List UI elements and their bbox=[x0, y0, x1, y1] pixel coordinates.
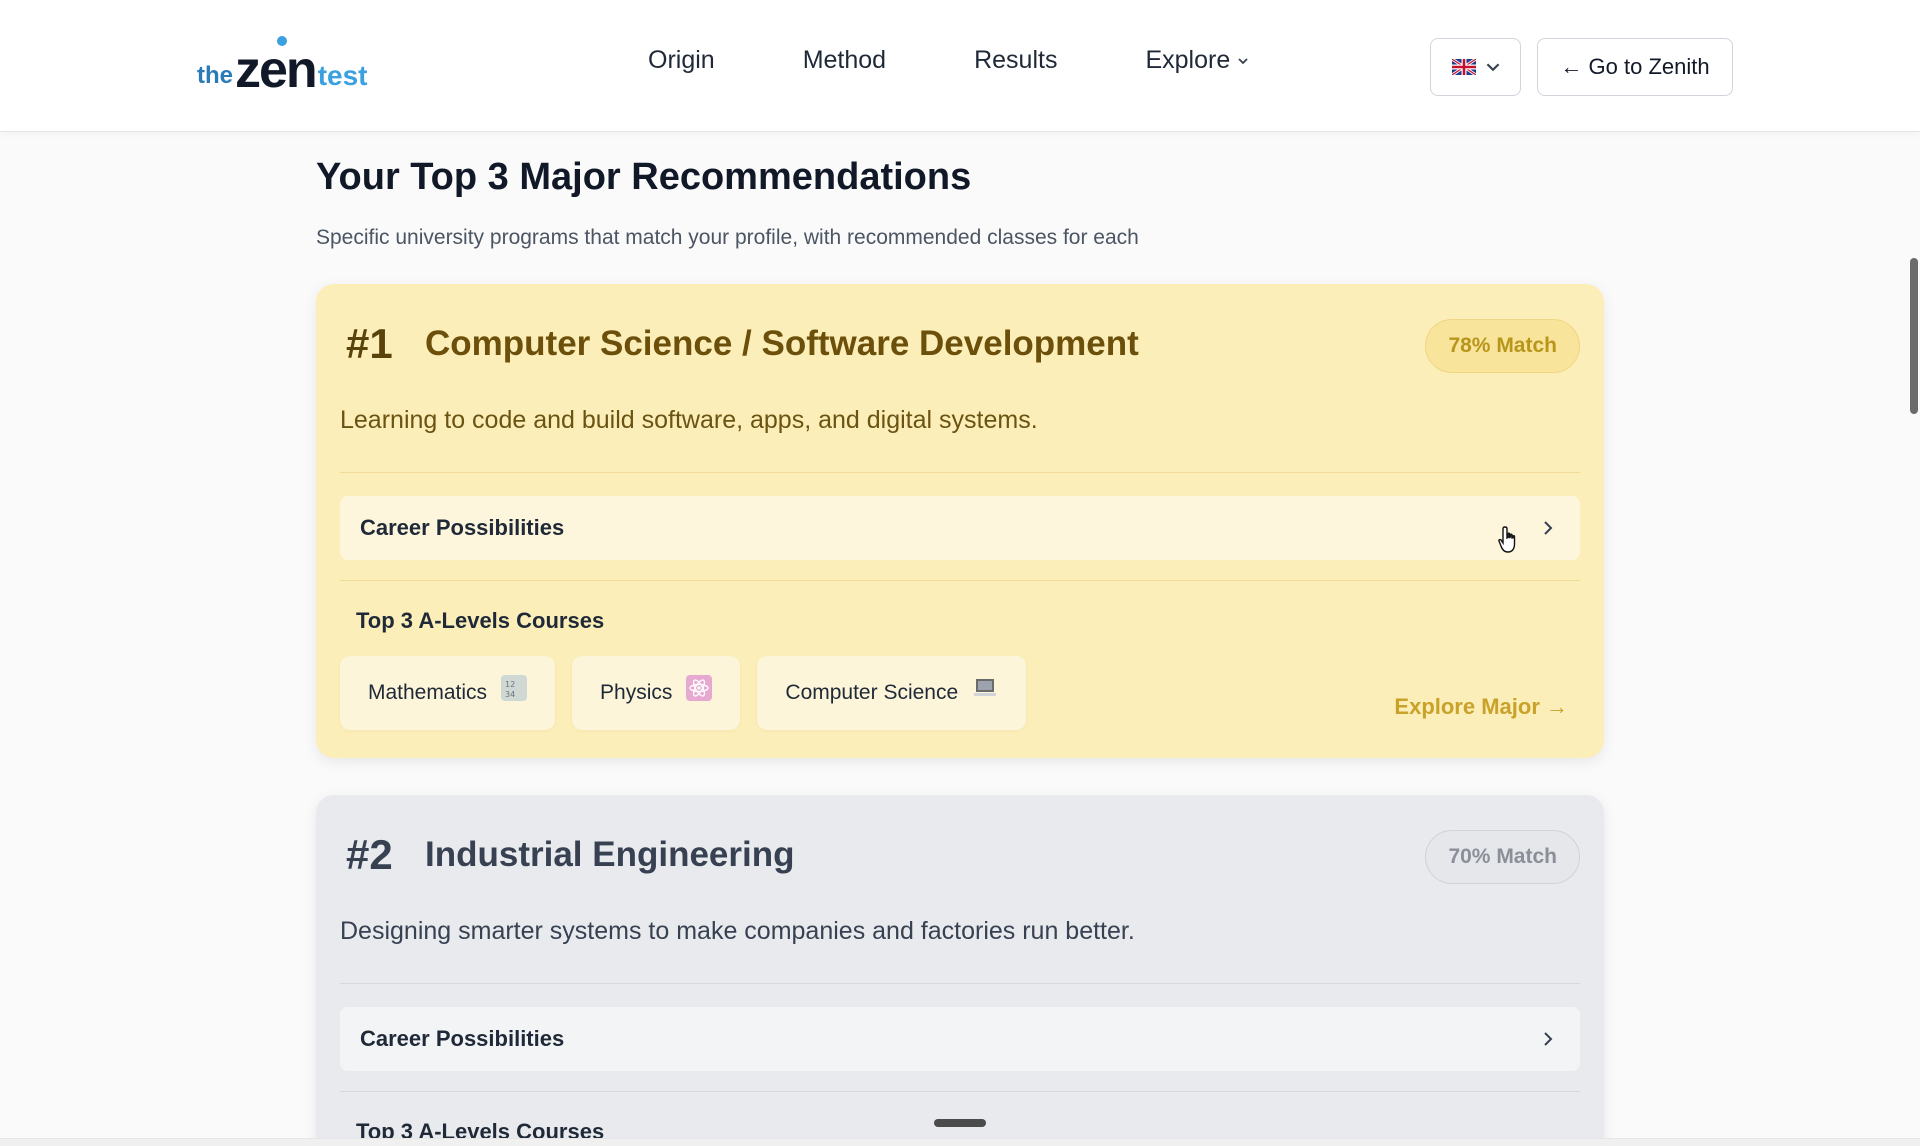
bottom-edge bbox=[0, 1138, 1920, 1146]
vertical-scrollbar[interactable] bbox=[1906, 132, 1920, 1146]
logo-test: test bbox=[317, 60, 368, 91]
chevron-right-icon bbox=[1544, 521, 1553, 535]
chevron-right-icon bbox=[1544, 1032, 1553, 1046]
page-title: Your Top 3 Major Recommendations bbox=[316, 156, 972, 198]
course-chip-mathematics[interactable]: Mathematics 12 34 bbox=[340, 656, 556, 730]
divider bbox=[340, 472, 1580, 473]
major-title: Computer Science / Software Development bbox=[425, 324, 1139, 363]
major-card-2: #2 Industrial Engineering 70% Match Desi… bbox=[316, 795, 1604, 1146]
major-title: Industrial Engineering bbox=[425, 835, 795, 874]
chevron-down-icon bbox=[1486, 63, 1499, 72]
go-to-zenith-button[interactable]: ← Go to Zenith bbox=[1537, 38, 1733, 96]
chevron-down-icon bbox=[1238, 57, 1248, 64]
hand-cursor-icon bbox=[1498, 526, 1516, 553]
uk-flag-icon bbox=[1451, 59, 1476, 75]
match-badge: 70% Match bbox=[1425, 830, 1580, 884]
scrollbar-thumb[interactable] bbox=[1910, 258, 1918, 414]
nav-method[interactable]: Method bbox=[803, 46, 886, 75]
major-card-1: #1 Computer Science / Software Developme… bbox=[316, 284, 1604, 758]
logo-the: the bbox=[197, 62, 233, 89]
svg-text:12: 12 bbox=[505, 680, 515, 689]
nav-results[interactable]: Results bbox=[974, 46, 1057, 75]
main-nav: Origin Method Results Explore bbox=[648, 46, 1248, 75]
course-chips: Mathematics 12 34 Physics Computer Scienc… bbox=[340, 656, 1027, 730]
career-possibilities-toggle[interactable]: Career Possibilities bbox=[340, 496, 1580, 560]
math-icon: 12 34 bbox=[501, 675, 528, 701]
nav-explore[interactable]: Explore bbox=[1145, 46, 1248, 75]
logo-dot bbox=[277, 36, 287, 46]
courses-heading: Top 3 A-Levels Courses bbox=[356, 608, 605, 633]
drag-handle[interactable] bbox=[934, 1119, 986, 1127]
top-navbar: the zen test Origin Method Results Explo… bbox=[0, 0, 1920, 132]
logo-zen: zen bbox=[235, 36, 318, 96]
page-subtitle: Specific university programs that match … bbox=[316, 226, 1139, 249]
course-chip-physics[interactable]: Physics bbox=[572, 656, 741, 730]
major-description: Learning to code and build software, app… bbox=[340, 406, 1038, 434]
laptop-icon bbox=[972, 675, 998, 701]
divider bbox=[340, 580, 1580, 581]
match-badge: 78% Match bbox=[1425, 319, 1580, 373]
rank-label: #1 bbox=[346, 320, 393, 367]
nav-origin[interactable]: Origin bbox=[648, 46, 715, 75]
page: the zen test Origin Method Results Explo… bbox=[0, 0, 1920, 1146]
zentest-logo[interactable]: the zen test bbox=[197, 36, 367, 96]
rank-label: #2 bbox=[346, 831, 393, 878]
major-description: Designing smarter systems to make compan… bbox=[340, 917, 1135, 945]
explore-major-link[interactable]: Explore Major → bbox=[1394, 694, 1568, 720]
course-chip-computer-science[interactable]: Computer Science bbox=[757, 656, 1027, 730]
career-label: Career Possibilities bbox=[360, 515, 565, 540]
divider bbox=[340, 983, 1580, 984]
svg-text:34: 34 bbox=[505, 690, 515, 699]
divider bbox=[340, 1091, 1580, 1092]
career-possibilities-toggle[interactable]: Career Possibilities bbox=[340, 1007, 1580, 1071]
language-selector[interactable] bbox=[1430, 38, 1521, 96]
atom-icon bbox=[686, 675, 713, 701]
career-label: Career Possibilities bbox=[360, 1026, 565, 1051]
